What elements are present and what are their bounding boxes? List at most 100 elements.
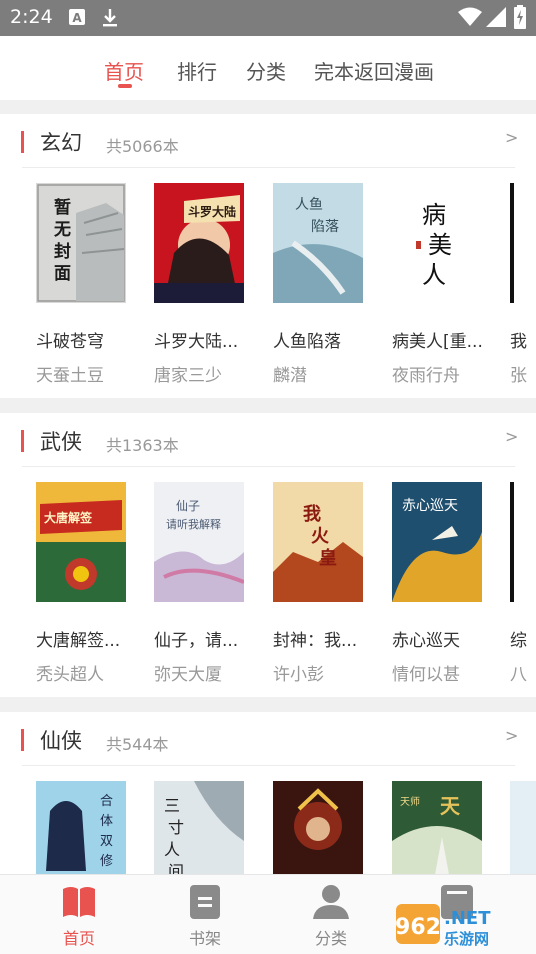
section-count: 共544本 — [106, 735, 169, 754]
section-title: 武侠 — [40, 430, 82, 454]
download-icon — [101, 8, 119, 32]
book-title: 斗破苍穹 — [36, 332, 104, 352]
svg-text:无: 无 — [53, 220, 71, 240]
svg-text:人鱼: 人鱼 — [295, 196, 323, 213]
svg-text:皇: 皇 — [319, 547, 337, 569]
svg-text:面: 面 — [54, 264, 71, 284]
nav-home-label: 首页 — [62, 929, 95, 948]
nav-bookshelf-label: 书架 — [188, 929, 221, 948]
book-author-partial: 八 — [510, 665, 527, 685]
svg-text:人: 人 — [422, 261, 446, 289]
book-cover[interactable]: 三 寸 人 间 — [154, 781, 244, 874]
section-xianxia: 仙侠 共544本 > 合 体 双 修 三 寸 人 间 天 天师 — [0, 712, 536, 874]
tab-home[interactable]: 首页 — [104, 56, 144, 85]
bookshelf-icon — [190, 885, 220, 923]
svg-text:A: A — [72, 11, 82, 25]
book-cover[interactable]: 合 体 双 修 — [36, 781, 126, 874]
svg-text:体: 体 — [100, 814, 113, 829]
book-cover[interactable]: 暂 无 封 面 — [36, 183, 126, 303]
section-more-button[interactable]: > — [505, 726, 518, 745]
svg-text:天师: 天师 — [400, 795, 420, 808]
active-tab-indicator — [118, 84, 132, 88]
svg-text:病: 病 — [422, 201, 446, 229]
battery-charging-icon — [514, 5, 526, 33]
tab-finished-comics[interactable]: 完本返回漫画 — [314, 56, 434, 85]
book-cover[interactable]: 斗罗大陆 — [154, 183, 244, 303]
svg-text:我: 我 — [303, 504, 321, 525]
book-title: 人鱼陷落 — [273, 332, 341, 352]
svg-text:封: 封 — [54, 241, 71, 262]
site-watermark-logo: 962 .NET 乐游网 — [395, 902, 532, 950]
book-cover-partial[interactable] — [510, 781, 536, 874]
svg-text:寸: 寸 — [168, 818, 184, 837]
section-accent-bar — [21, 430, 24, 452]
nav-home[interactable]: 首页 — [19, 875, 139, 954]
book-title-partial: 我 — [510, 332, 527, 352]
svg-text:乐游网: 乐游网 — [444, 930, 489, 948]
status-time: 2:24 — [10, 6, 53, 28]
svg-text:暂: 暂 — [54, 197, 71, 218]
book-title: 大唐解签... — [36, 631, 121, 651]
svg-text:962: 962 — [396, 915, 441, 940]
section-count: 共5066本 — [106, 137, 179, 156]
section-accent-bar — [21, 131, 24, 153]
book-author: 唐家三少 — [154, 366, 222, 386]
book-author: 天蚕土豆 — [36, 366, 104, 386]
svg-text:间: 间 — [168, 862, 184, 874]
tab-ranking[interactable]: 排行 — [177, 56, 217, 85]
section-count: 共1363本 — [106, 436, 179, 455]
book-title: 仙子，请... — [154, 631, 239, 651]
tab-category[interactable]: 分类 — [246, 56, 286, 85]
svg-text:火: 火 — [311, 526, 330, 547]
book-author: 弥天大厦 — [154, 665, 222, 685]
book-cover[interactable]: 人鱼 陷落 — [273, 183, 363, 303]
section-divider — [22, 167, 515, 168]
svg-text:修: 修 — [100, 854, 113, 869]
status-bar: 2:24 A — [0, 0, 536, 36]
signal-icon — [486, 7, 506, 31]
book-cover[interactable]: 大唐解签 — [36, 482, 126, 602]
book-cover[interactable]: 打穿西游 — [273, 781, 363, 874]
svg-text:.NET: .NET — [444, 908, 491, 929]
book-title: 赤心巡天 — [392, 631, 460, 651]
book-author: 情何以甚 — [392, 665, 460, 685]
wifi-icon — [458, 7, 482, 31]
svg-text:斗罗大陆: 斗罗大陆 — [188, 204, 236, 219]
book-cover-partial[interactable] — [510, 482, 536, 602]
book-cover[interactable]: 天 天师 — [392, 781, 482, 874]
book-author: 秃头超人 — [36, 665, 104, 685]
section-divider — [22, 765, 515, 766]
book-cover[interactable]: 病 美 人 — [392, 183, 482, 303]
book-title: 封神：我... — [273, 631, 358, 651]
keyboard-a-icon: A — [68, 8, 86, 30]
nav-category-label: 分类 — [314, 929, 347, 948]
svg-text:请听我解释: 请听我解释 — [166, 517, 221, 531]
nav-bookshelf[interactable]: 书架 — [145, 875, 265, 954]
book-open-icon — [61, 885, 97, 923]
nav-category[interactable]: 分类 — [271, 875, 391, 954]
book-title: 病美人[重... — [392, 332, 483, 352]
book-author: 麟潜 — [273, 366, 307, 386]
top-tab-bar: 首页 排行 分类 完本返回漫画 — [0, 36, 536, 100]
section-accent-bar — [21, 729, 24, 751]
section-divider — [22, 466, 515, 467]
svg-text:人: 人 — [164, 840, 180, 859]
book-author: 夜雨行舟 — [392, 366, 460, 386]
svg-text:合: 合 — [100, 794, 113, 809]
book-cover[interactable]: 赤心巡天 — [392, 482, 482, 602]
section-title: 仙侠 — [40, 729, 82, 753]
section-more-button[interactable]: > — [505, 427, 518, 446]
book-author: 许小彭 — [273, 665, 324, 685]
section-title: 玄幻 — [40, 131, 82, 155]
svg-text:美: 美 — [428, 231, 452, 259]
section-more-button[interactable]: > — [505, 128, 518, 147]
svg-text:大唐解签: 大唐解签 — [44, 510, 93, 525]
book-cover-partial[interactable] — [510, 183, 536, 303]
book-cover[interactable]: 我 火 皇 — [273, 482, 363, 602]
book-author-partial: 张 — [510, 366, 527, 386]
book-cover[interactable]: 仙子 请听我解释 — [154, 482, 244, 602]
book-title: 斗罗大陆... — [154, 332, 239, 352]
svg-text:天: 天 — [440, 794, 461, 818]
svg-text:仙子: 仙子 — [176, 499, 200, 513]
section-xuanhuan: 玄幻 共5066本 > 暂 无 封 面 斗破苍穹 天蚕土豆 斗罗大陆 斗罗大陆.… — [0, 114, 536, 398]
